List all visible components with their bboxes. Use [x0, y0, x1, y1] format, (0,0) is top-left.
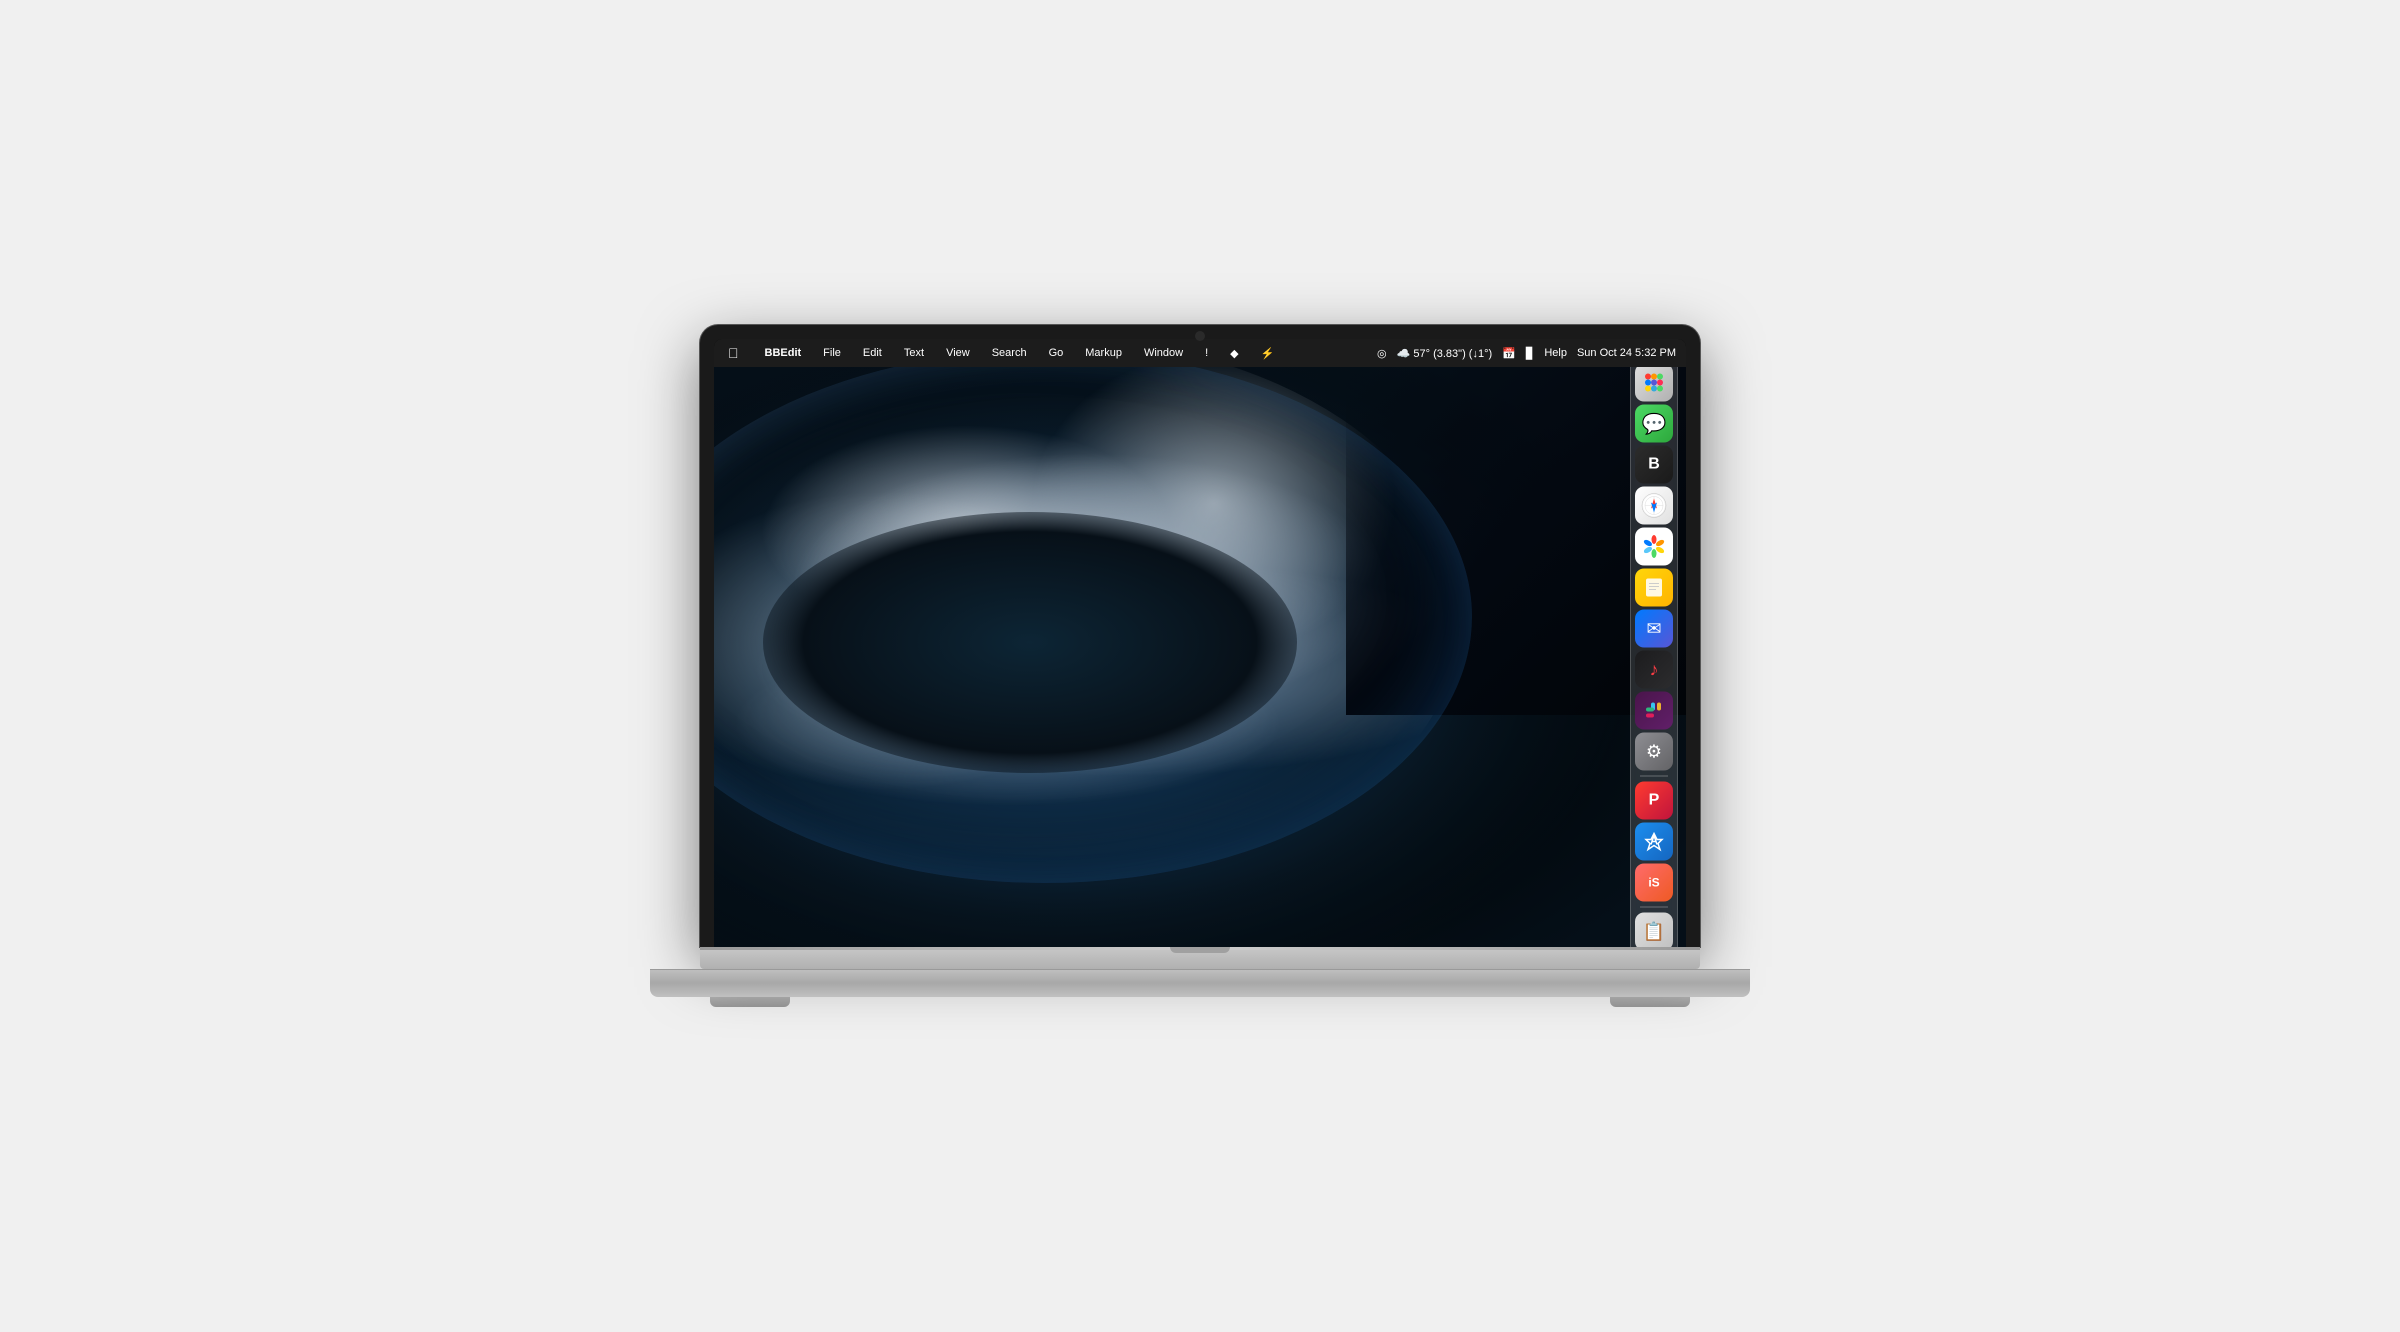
dock-appstore[interactable]: [1635, 823, 1673, 861]
search-menu[interactable]: Search: [988, 345, 1031, 361]
siri-button[interactable]: ◎: [1377, 347, 1387, 360]
text-menu[interactable]: Text: [900, 345, 928, 361]
apple-menu[interactable]: : [724, 343, 743, 363]
view-menu[interactable]: View: [942, 345, 974, 361]
magsafe-notch: [1170, 947, 1230, 953]
menubar-right: ◎ ☁️ 57° (3.83") (↓1°) 📅 ▊ Help Sun Oct …: [1377, 347, 1676, 360]
calendar-icon[interactable]: 📅: [1502, 347, 1516, 360]
file-menu[interactable]: File: [819, 345, 845, 361]
foot-right: [1610, 997, 1690, 1007]
menubar:  BBEdit File Edit Text View Search Go M…: [714, 339, 1686, 367]
screen:  BBEdit File Edit Text View Search Go M…: [714, 339, 1686, 947]
dock-notes[interactable]: [1635, 569, 1673, 607]
diamond-menu[interactable]: ◆: [1226, 345, 1242, 362]
laptop-feet: [710, 997, 1690, 1007]
dock-launchpad[interactable]: [1635, 367, 1673, 402]
battery-icon[interactable]: ▊: [1526, 347, 1534, 360]
menubar-left:  BBEdit File Edit Text View Search Go M…: [724, 343, 1278, 363]
desktop: 💬 B: [714, 367, 1686, 947]
weather-info[interactable]: ☁️ 57° (3.83") (↓1°): [1397, 347, 1492, 360]
dock-divider-2: [1640, 907, 1668, 908]
dock-settings[interactable]: ⚙: [1635, 733, 1673, 771]
exclamation-menu[interactable]: !: [1201, 345, 1212, 361]
help-menu[interactable]: Help: [1544, 347, 1567, 359]
window-menu[interactable]: Window: [1140, 345, 1187, 361]
dock: 💬 B: [1630, 367, 1678, 947]
app-name[interactable]: BBEdit: [761, 345, 806, 361]
dock-music[interactable]: ♪: [1635, 651, 1673, 689]
go-menu[interactable]: Go: [1045, 345, 1068, 361]
macbook-computer:  BBEdit File Edit Text View Search Go M…: [650, 325, 1750, 1007]
screen-chin: [700, 947, 1700, 969]
laptop-base: [650, 969, 1750, 997]
dock-photos[interactable]: [1635, 528, 1673, 566]
dock-bbedit[interactable]: B: [1635, 446, 1673, 484]
dock-pinwheel[interactable]: P: [1635, 782, 1673, 820]
edit-menu[interactable]: Edit: [859, 345, 886, 361]
dock-mimestream[interactable]: ✉: [1635, 610, 1673, 648]
dock-slack[interactable]: [1635, 692, 1673, 730]
dock-safari[interactable]: [1635, 487, 1673, 525]
foot-left: [710, 997, 790, 1007]
screen-bezel:  BBEdit File Edit Text View Search Go M…: [700, 325, 1700, 947]
bolt-menu[interactable]: ⚡: [1257, 345, 1279, 362]
dock-istat[interactable]: iS: [1635, 864, 1673, 902]
markup-menu[interactable]: Markup: [1081, 345, 1126, 361]
datetime[interactable]: Sun Oct 24 5:32 PM: [1577, 347, 1676, 359]
dock-divider: [1640, 776, 1668, 777]
dock-clipboard[interactable]: 📋: [1635, 913, 1673, 948]
camera: [1195, 331, 1205, 341]
dock-messages[interactable]: 💬: [1635, 405, 1673, 443]
